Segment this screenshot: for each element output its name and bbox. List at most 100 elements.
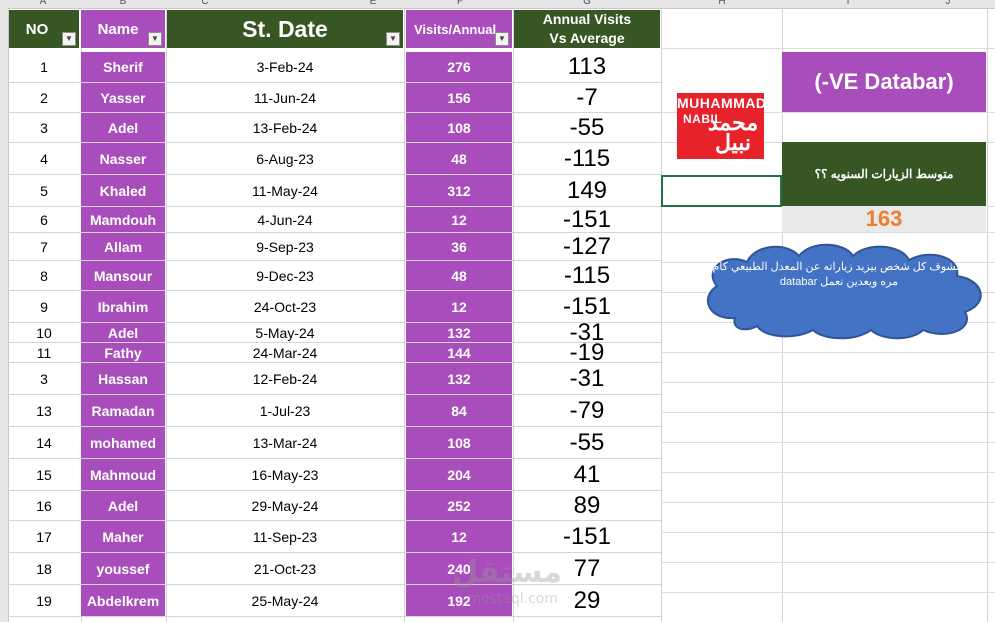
- row-number-cell[interactable]: 8: [9, 261, 79, 290]
- start-date-cell[interactable]: 16-May-23: [167, 459, 403, 490]
- visits-cell[interactable]: 132: [406, 363, 512, 394]
- start-date-cell[interactable]: 13-Feb-24: [167, 113, 403, 142]
- visits-cell[interactable]: 276: [406, 52, 512, 82]
- row-number-cell[interactable]: 9: [9, 291, 79, 322]
- column-letter[interactable]: J: [946, 0, 951, 7]
- row-number-cell[interactable]: 5: [9, 175, 79, 206]
- visits-cell[interactable]: 132: [406, 323, 512, 342]
- column-letter[interactable]: H: [718, 0, 725, 7]
- name-cell[interactable]: Abdelkrem: [81, 585, 165, 616]
- visits-cell[interactable]: 12: [406, 521, 512, 552]
- column-letter[interactable]: G: [583, 0, 591, 7]
- name-cell[interactable]: Ramadan: [81, 395, 165, 426]
- row-number-cell[interactable]: 18: [9, 553, 79, 584]
- start-date-cell[interactable]: 24-Mar-24: [167, 343, 403, 362]
- name-cell[interactable]: Adel: [81, 113, 165, 142]
- name-cell[interactable]: youssef: [81, 553, 165, 584]
- visits-cell[interactable]: 84: [406, 395, 512, 426]
- row-number-cell[interactable]: 17: [9, 521, 79, 552]
- name-cell[interactable]: Maher: [81, 521, 165, 552]
- start-date-cell[interactable]: 5-May-24: [167, 323, 403, 342]
- annual-vs-average-cell[interactable]: -7: [514, 83, 660, 112]
- visits-cell[interactable]: 108: [406, 113, 512, 142]
- annual-vs-average-cell[interactable]: -151: [514, 206, 660, 233]
- name-cell[interactable]: mohamed: [81, 427, 165, 458]
- row-number-cell[interactable]: 7: [9, 233, 79, 260]
- column-letter[interactable]: E: [370, 0, 377, 7]
- name-cell[interactable]: Nasser: [81, 143, 165, 174]
- header-no[interactable]: NO ▼: [9, 10, 79, 48]
- visits-cell[interactable]: 48: [406, 261, 512, 290]
- start-date-cell[interactable]: 3-Feb-24: [167, 52, 403, 82]
- visits-cell[interactable]: 12: [406, 207, 512, 232]
- name-cell[interactable]: Adel: [81, 323, 165, 342]
- row-number-cell[interactable]: 6: [9, 207, 79, 232]
- start-date-cell[interactable]: 11-May-24: [167, 175, 403, 206]
- annual-vs-average-cell[interactable]: 149: [514, 175, 660, 206]
- visits-cell[interactable]: 312: [406, 175, 512, 206]
- start-date-cell[interactable]: 9-Dec-23: [167, 261, 403, 290]
- annual-vs-average-cell[interactable]: -55: [514, 113, 660, 142]
- annual-vs-average-cell[interactable]: -79: [514, 395, 660, 426]
- databar-title-cell[interactable]: (-VE Databar): [782, 52, 986, 112]
- row-number-cell[interactable]: 1: [9, 52, 79, 82]
- filter-dropdown-icon[interactable]: ▼: [62, 32, 76, 46]
- annual-vs-average-cell[interactable]: -151: [514, 521, 660, 552]
- column-letter[interactable]: I: [847, 0, 850, 7]
- name-cell[interactable]: Mamdouh: [81, 207, 165, 232]
- active-cell-selection[interactable]: [661, 175, 782, 207]
- filter-dropdown-icon[interactable]: ▼: [148, 32, 162, 46]
- start-date-cell[interactable]: 11-Sep-23: [167, 521, 403, 552]
- header-visits[interactable]: Visits/Annual ▼: [406, 10, 512, 48]
- visits-cell[interactable]: 108: [406, 427, 512, 458]
- start-date-cell[interactable]: 1-Jul-23: [167, 395, 403, 426]
- row-number-cell[interactable]: 14: [9, 427, 79, 458]
- row-number-cell[interactable]: 4: [9, 143, 79, 174]
- row-number-cell[interactable]: 19: [9, 585, 79, 616]
- column-letter[interactable]: A: [40, 0, 47, 7]
- name-cell[interactable]: Fathy: [81, 343, 165, 362]
- name-cell[interactable]: Mansour: [81, 261, 165, 290]
- name-cell[interactable]: Khaled: [81, 175, 165, 206]
- annual-vs-average-cell[interactable]: -55: [514, 427, 660, 458]
- annual-vs-average-cell[interactable]: 89: [514, 491, 660, 520]
- filter-dropdown-icon[interactable]: ▼: [495, 32, 509, 46]
- annual-vs-average-cell[interactable]: -31: [514, 363, 660, 394]
- column-letter[interactable]: B: [120, 0, 127, 7]
- row-number-cell[interactable]: 13: [9, 395, 79, 426]
- annual-vs-average-cell[interactable]: 41: [514, 459, 660, 490]
- start-date-cell[interactable]: 21-Oct-23: [167, 553, 403, 584]
- row-number-cell[interactable]: 10: [9, 323, 79, 342]
- row-number-cell[interactable]: 11: [9, 343, 79, 362]
- column-letter[interactable]: F: [457, 0, 463, 7]
- name-cell[interactable]: Mahmoud: [81, 459, 165, 490]
- start-date-cell[interactable]: 9-Sep-23: [167, 233, 403, 260]
- annual-vs-average-cell[interactable]: -115: [514, 261, 660, 290]
- name-cell[interactable]: Ibrahim: [81, 291, 165, 322]
- filter-dropdown-icon[interactable]: ▼: [386, 32, 400, 46]
- name-cell[interactable]: Adel: [81, 491, 165, 520]
- visits-cell[interactable]: 252: [406, 491, 512, 520]
- start-date-cell[interactable]: 24-Oct-23: [167, 291, 403, 322]
- average-label-cell[interactable]: متوسط الزيارات السنويه ؟؟: [782, 142, 986, 206]
- start-date-cell[interactable]: 4-Jun-24: [167, 207, 403, 232]
- row-header-gutter[interactable]: [0, 8, 9, 622]
- start-date-cell[interactable]: 11-Jun-24: [167, 83, 403, 112]
- annual-vs-average-cell[interactable]: -127: [514, 233, 660, 260]
- header-annual-vs-average[interactable]: Annual Visits Vs Average: [514, 10, 660, 48]
- row-number-cell[interactable]: 3: [9, 363, 79, 394]
- visits-cell[interactable]: 36: [406, 233, 512, 260]
- start-date-cell[interactable]: 25-May-24: [167, 585, 403, 616]
- name-cell[interactable]: Allam: [81, 233, 165, 260]
- name-cell[interactable]: Yasser: [81, 83, 165, 112]
- row-number-cell[interactable]: 2: [9, 83, 79, 112]
- annual-vs-average-cell[interactable]: 113: [514, 52, 660, 82]
- row-number-cell[interactable]: 3: [9, 113, 79, 142]
- start-date-cell[interactable]: 6-Aug-23: [167, 143, 403, 174]
- start-date-cell[interactable]: 13-Mar-24: [167, 427, 403, 458]
- average-value-cell[interactable]: 163: [782, 206, 986, 232]
- visits-cell[interactable]: 144: [406, 343, 512, 362]
- visits-cell[interactable]: 48: [406, 143, 512, 174]
- visits-cell[interactable]: 204: [406, 459, 512, 490]
- column-letter[interactable]: C: [201, 0, 208, 7]
